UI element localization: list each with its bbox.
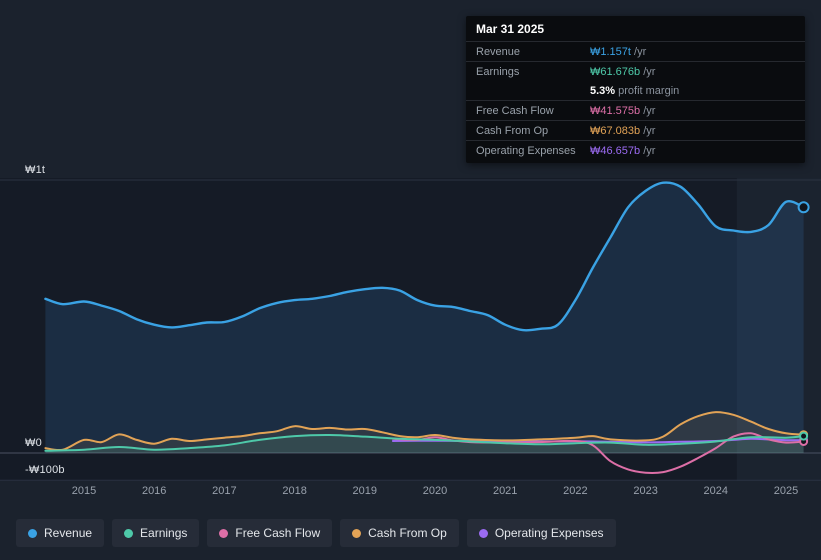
- stock-financials-chart-page: { "tooltip": { "date": "Mar 31 2025", "r…: [0, 0, 821, 560]
- revenue-legend-dot-icon: [28, 528, 37, 538]
- legend-item-earnings[interactable]: Earnings: [112, 519, 200, 547]
- x-axis-label-2019: 2019: [352, 485, 378, 497]
- x-axis-label-2022: 2022: [563, 485, 588, 497]
- legend-item-operating-expenses[interactable]: Operating Expenses: [466, 519, 616, 547]
- y-axis-label-₩1t: ₩1t: [25, 164, 46, 176]
- legend-item-revenue[interactable]: Revenue: [16, 519, 105, 547]
- tooltip-row-free-cash-flow: Free Cash Flow ₩41.575b /yr: [466, 100, 805, 120]
- tooltip-row-value: ₩41.575b /yr: [590, 104, 656, 117]
- chart-legend: Revenue Earnings Free Cash Flow Cash From O…: [16, 519, 616, 547]
- legend-item-label: Operating Expenses: [494, 526, 604, 540]
- legend-item-free-cash-flow[interactable]: Free Cash Flow: [207, 519, 333, 547]
- x-axis-label-2020: 2020: [422, 485, 448, 497]
- y-axis-label--₩100b: -₩100b: [25, 464, 65, 477]
- legend-item-cash-from-op[interactable]: Cash From Op: [340, 519, 459, 547]
- x-axis-label-2015: 2015: [71, 485, 97, 497]
- tooltip-row-value: ₩67.083b /yr: [590, 124, 656, 137]
- data-tooltip: Mar 31 2025 Revenue ₩1.157t /yr Earnings ₩6…: [466, 16, 805, 163]
- x-axis-label-2024: 2024: [703, 485, 729, 497]
- operating-expenses-legend-dot-icon: [478, 528, 488, 538]
- x-axis-label-2018: 2018: [282, 485, 307, 497]
- tooltip-row-label: Operating Expenses: [476, 144, 576, 157]
- x-axis-label-2023: 2023: [633, 485, 658, 497]
- cash-from-op-legend-dot-icon: [352, 528, 362, 538]
- x-axis-label-2017: 2017: [212, 485, 237, 497]
- tooltip-row-value: ₩61.676b /yr: [590, 65, 656, 78]
- revenue-end-marker: [797, 201, 810, 214]
- tooltip-row-profit-margin: 5.3% profit margin: [466, 81, 805, 100]
- tooltip-rows: Revenue ₩1.157t /yr Earnings ₩61.676b /yr 5.…: [466, 42, 805, 160]
- tooltip-date: Mar 31 2025: [466, 16, 805, 42]
- tooltip-row-operating-expenses: Operating Expenses ₩46.657b /yr: [466, 140, 805, 160]
- tooltip-row-value: 5.3% profit margin: [590, 84, 680, 97]
- x-axis-label-2016: 2016: [141, 485, 167, 497]
- legend-item-label: Earnings: [140, 526, 188, 540]
- tooltip-row-value: ₩1.157t /yr: [590, 45, 647, 58]
- earnings-legend-dot-icon: [124, 528, 134, 538]
- free-cash-flow-legend-dot-icon: [219, 528, 229, 538]
- x-axis-label-2021: 2021: [492, 485, 518, 497]
- y-axis-label-₩0: ₩0: [25, 437, 42, 449]
- earnings-end-marker: [799, 431, 809, 441]
- legend-item-label: Free Cash Flow: [235, 526, 321, 540]
- tooltip-row-label: Free Cash Flow: [476, 104, 554, 117]
- legend-item-label: Revenue: [44, 526, 93, 540]
- tooltip-row-earnings: Earnings ₩61.676b /yr: [466, 61, 805, 81]
- tooltip-row-revenue: Revenue ₩1.157t /yr: [466, 42, 805, 61]
- tooltip-row-label: Revenue: [476, 45, 521, 58]
- legend-item-label: Cash From Op: [368, 526, 447, 540]
- tooltip-row-cash-from-op: Cash From Op ₩67.083b /yr: [466, 120, 805, 140]
- tooltip-row-label: Earnings: [476, 65, 520, 78]
- tooltip-row-value: ₩46.657b /yr: [590, 144, 656, 157]
- tooltip-row-label: Cash From Op: [476, 124, 549, 137]
- x-axis-label-2025: 2025: [773, 485, 799, 497]
